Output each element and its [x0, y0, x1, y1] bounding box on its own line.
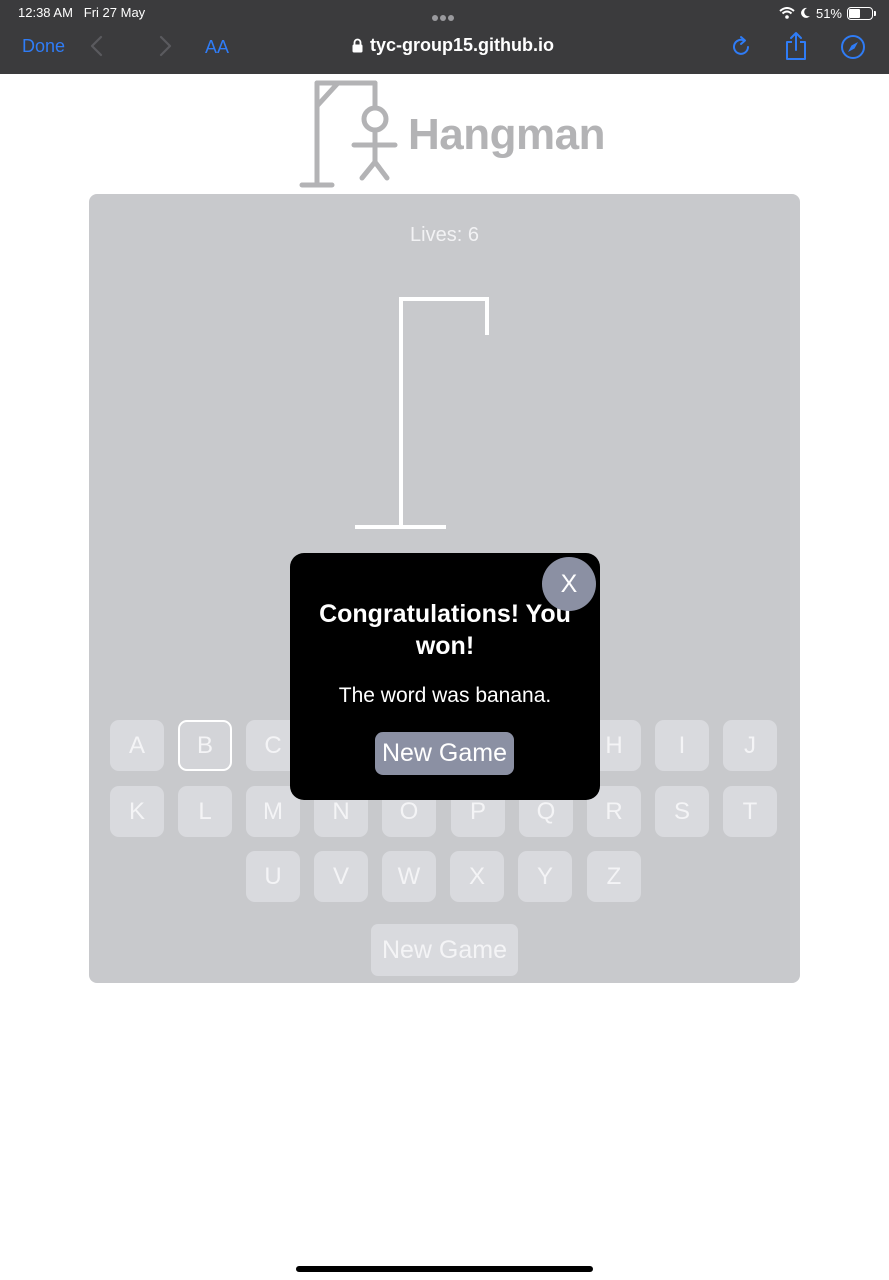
key-i[interactable]: I — [655, 720, 709, 771]
key-u[interactable]: U — [246, 851, 300, 902]
gallows-drawing — [355, 297, 489, 529]
lock-icon — [352, 38, 363, 53]
done-button[interactable]: Done — [22, 36, 65, 57]
key-b[interactable]: B — [178, 720, 232, 771]
moon-icon — [801, 7, 810, 18]
status-indicators: 51% — [779, 4, 876, 22]
compass-icon[interactable] — [840, 34, 866, 60]
home-indicator[interactable] — [296, 1266, 593, 1272]
status-time: 12:38 AM — [18, 5, 73, 20]
dialog-title: Congratulations! You won! — [319, 600, 571, 660]
battery-percent: 51% — [815, 5, 842, 21]
page-title: Hangman — [408, 110, 605, 159]
share-icon[interactable] — [784, 31, 808, 61]
url-text: tyc-group15.github.io — [370, 35, 554, 55]
wifi-icon — [779, 7, 795, 19]
new-game-button[interactable]: New Game — [371, 924, 518, 976]
multitasking-dots-icon[interactable] — [432, 8, 458, 21]
key-l[interactable]: L — [178, 786, 232, 837]
status-date: Fri 27 May — [83, 5, 146, 20]
lives-counter: Lives: 6 — [410, 224, 479, 246]
text-size-button[interactable]: AA — [205, 37, 229, 58]
key-t[interactable]: T — [723, 786, 777, 837]
key-z[interactable]: Z — [587, 851, 641, 902]
browser-toolbar: 12:38 AM Fri 27 May 51% Done AA tyc-grou… — [0, 0, 889, 74]
key-j[interactable]: J — [723, 720, 777, 771]
win-dialog: Congratulations! You won! The word was b… — [290, 553, 600, 800]
key-x[interactable]: X — [450, 851, 504, 902]
reload-icon[interactable] — [730, 35, 752, 59]
hangman-logo-icon — [299, 80, 398, 188]
close-button[interactable]: X — [542, 557, 596, 611]
battery-icon — [847, 6, 876, 20]
key-a[interactable]: A — [110, 720, 164, 771]
chevron-right-icon[interactable] — [154, 34, 176, 58]
dialog-new-game-button[interactable]: New Game — [375, 732, 514, 775]
key-y[interactable]: Y — [518, 851, 572, 902]
key-w[interactable]: W — [382, 851, 436, 902]
key-s[interactable]: S — [655, 786, 709, 837]
key-v[interactable]: V — [314, 851, 368, 902]
address-bar[interactable]: tyc-group15.github.io — [352, 35, 554, 56]
dialog-message: The word was banana. — [338, 684, 552, 707]
key-k[interactable]: K — [110, 786, 164, 837]
status-datetime: 12:38 AM Fri 27 May — [18, 5, 145, 20]
chevron-left-icon[interactable] — [86, 34, 108, 58]
